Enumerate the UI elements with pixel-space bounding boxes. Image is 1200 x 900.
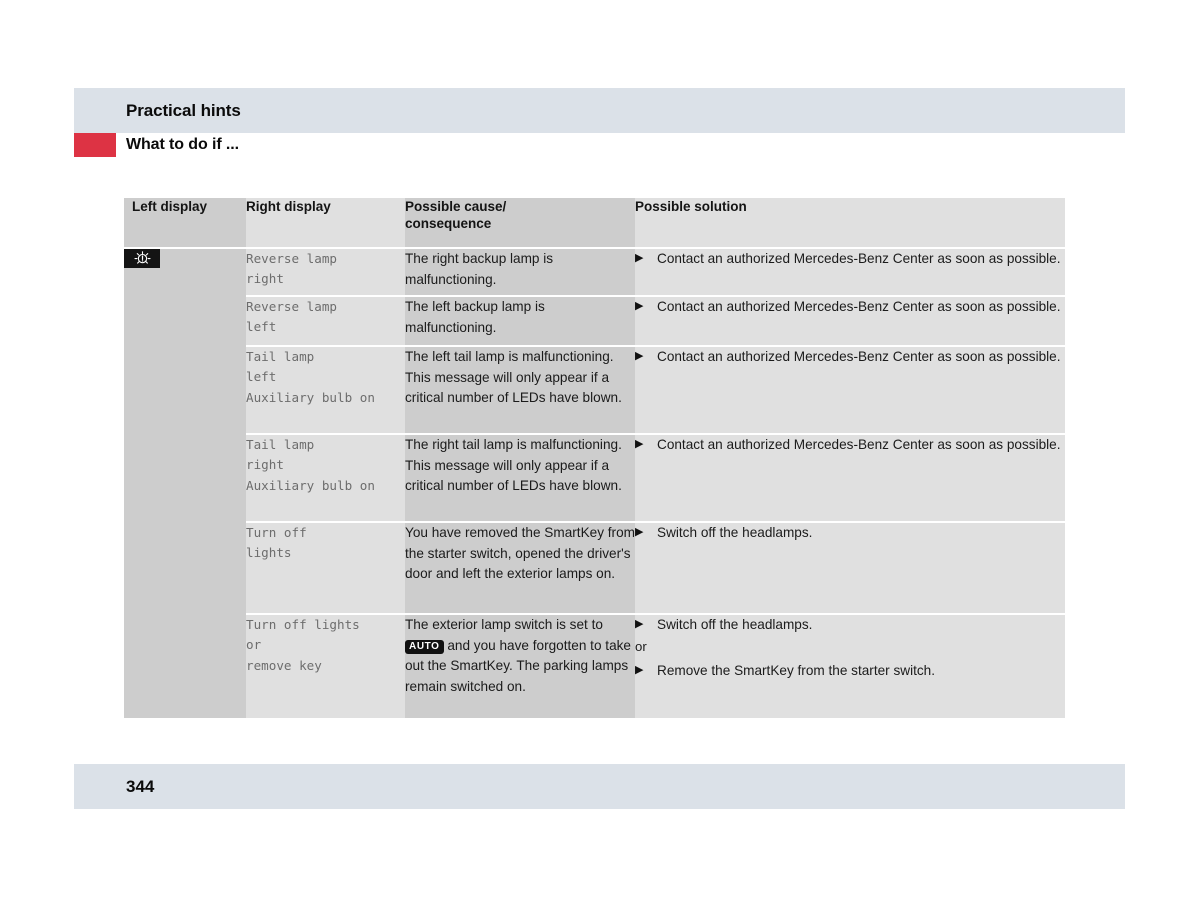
column-header-right-display: Right display bbox=[246, 198, 405, 248]
table-row: Reverse lamp left The left backup lamp is… bbox=[124, 295, 1065, 346]
triangle-bullet-icon: ▶ bbox=[635, 350, 644, 362]
cell-right-display: Reverse lamp right bbox=[246, 247, 405, 296]
triangle-bullet-icon: ▶ bbox=[635, 663, 644, 676]
cell-possible-cause: The right tail lamp is malfunctioning. T… bbox=[405, 433, 635, 522]
triangle-bullet-icon: ▶ bbox=[635, 300, 644, 312]
column-header-possible-solution: Possible solution bbox=[635, 198, 1065, 248]
table-row: Tail lamp right Auxiliary bulb on The rig… bbox=[124, 433, 1065, 522]
cell-possible-cause: You have removed the SmartKey from the s… bbox=[405, 521, 635, 614]
cell-possible-cause: The right backup lamp is malfunctioning. bbox=[405, 247, 635, 296]
cell-possible-solution: ▶ Contact an authorized Mercedes-Benz Cen… bbox=[635, 295, 1065, 346]
possible-cause-text: You have removed the SmartKey from the s… bbox=[405, 525, 635, 582]
solution-text: Remove the SmartKey from the starter swi… bbox=[657, 662, 936, 678]
cell-possible-solution: ▶ Contact an authorized Mercedes-Benz Cen… bbox=[635, 433, 1065, 522]
warning-messages-table: Left display Right display Possible caus… bbox=[124, 198, 1065, 718]
cell-possible-cause: The exterior lamp switch is set to AUTO … bbox=[405, 613, 635, 718]
table-row: Reverse lamp right The right backup lamp … bbox=[124, 247, 1065, 718]
cell-possible-cause: The left backup lamp is malfunctioning. bbox=[405, 295, 635, 346]
section-subheading: What to do if ... bbox=[126, 136, 239, 153]
solution-separator: or bbox=[635, 639, 647, 655]
cell-right-display: Turn off lights bbox=[246, 521, 405, 614]
table-header-row: Left display Right display Possible caus… bbox=[124, 198, 1065, 248]
right-display-text: Tail lamp right Auxiliary bulb on bbox=[246, 437, 375, 493]
right-display-text: Reverse lamp right bbox=[246, 251, 337, 287]
page-number: 344 bbox=[126, 777, 155, 796]
solution-list: ▶ Contact an authorized Mercedes-Benz Cen… bbox=[635, 435, 1065, 455]
right-display-text: Tail lamp left Auxiliary bulb on bbox=[246, 349, 375, 405]
solution-text: Contact an authorized Mercedes-Benz Cent… bbox=[657, 437, 1061, 452]
solution-list: ▶ Switch off the headlamps. bbox=[635, 523, 1065, 543]
solution-text: Switch off the headlamps. bbox=[657, 617, 813, 632]
cell-right-display: Turn off lights or remove key bbox=[246, 613, 405, 718]
table-row: Turn off lights You have removed the Smar… bbox=[124, 521, 1065, 614]
page-title: Practical hints bbox=[126, 101, 241, 120]
page-footer-band: 344 bbox=[74, 764, 1125, 809]
page-header-band: Practical hints bbox=[74, 88, 1125, 133]
triangle-bullet-icon: ▶ bbox=[635, 252, 644, 264]
solution-text: Switch off the headlamps. bbox=[657, 525, 813, 540]
solution-item: ▶ Switch off the headlamps. bbox=[635, 615, 1065, 635]
column-header-left-display: Left display bbox=[124, 198, 246, 248]
section-color-marker bbox=[74, 133, 116, 157]
triangle-bullet-icon: ▶ bbox=[635, 618, 644, 630]
triangle-bullet-icon: ▶ bbox=[635, 526, 644, 538]
auto-switch-badge: AUTO bbox=[405, 639, 444, 655]
triangle-bullet-icon: ▶ bbox=[635, 438, 644, 450]
cause-text-part: The exterior lamp switch is set to bbox=[405, 617, 603, 632]
cell-possible-solution: ▶ Contact an authorized Mercedes-Benz Cen… bbox=[635, 345, 1065, 434]
cell-right-display: Tail lamp right Auxiliary bulb on bbox=[246, 433, 405, 522]
right-display-text: Turn off lights or remove key bbox=[246, 617, 360, 673]
solution-item: ▶ Contact an authorized Mercedes-Benz Cen… bbox=[635, 297, 1065, 317]
solution-item: ▶ Switch off the headlamps. bbox=[635, 523, 1065, 543]
cell-possible-cause: The left tail lamp is malfunctioning. Th… bbox=[405, 345, 635, 434]
cell-right-display: Tail lamp left Auxiliary bulb on bbox=[246, 345, 405, 434]
cell-possible-solution: ▶ Switch off the headlamps. or ▶ Remove the … bbox=[635, 613, 1065, 718]
possible-cause-text: The exterior lamp switch is set to AUTO … bbox=[405, 615, 635, 698]
table-row: Turn off lights or remove key The exterio… bbox=[124, 613, 1065, 718]
solution-list: ▶ Contact an authorized Mercedes-Benz Cen… bbox=[635, 249, 1065, 269]
possible-cause-text: The left tail lamp is malfunctioning. Th… bbox=[405, 349, 622, 406]
cell-possible-solution: ▶ Contact an authorized Mercedes-Benz Cen… bbox=[635, 247, 1065, 296]
right-display-text: Reverse lamp left bbox=[246, 299, 337, 335]
column-header-possible-cause: Possible cause/ consequence bbox=[405, 198, 635, 248]
lamp-warning-indicator-icon bbox=[124, 249, 160, 268]
solution-text: Contact an authorized Mercedes-Benz Cent… bbox=[657, 349, 1061, 364]
solution-text: Contact an authorized Mercedes-Benz Cent… bbox=[657, 251, 1061, 266]
solution-list: ▶ Contact an authorized Mercedes-Benz Cen… bbox=[635, 347, 1065, 367]
cell-right-display: Reverse lamp left bbox=[246, 295, 405, 346]
possible-cause-text: The right tail lamp is malfunctioning. T… bbox=[405, 437, 622, 494]
solution-item: ▶ Contact an authorized Mercedes-Benz Cen… bbox=[635, 347, 1065, 367]
cell-possible-solution: ▶ Switch off the headlamps. bbox=[635, 521, 1065, 614]
solution-item: ▶ Contact an authorized Mercedes-Benz Cen… bbox=[635, 249, 1065, 269]
solution-item: ▶ Contact an authorized Mercedes-Benz Cen… bbox=[635, 435, 1065, 455]
solution-list: ▶ Contact an authorized Mercedes-Benz Cen… bbox=[635, 297, 1065, 317]
solution-item: ▶ Remove the SmartKey from the starter sw… bbox=[635, 661, 1065, 681]
possible-cause-text: The right backup lamp is malfunctioning. bbox=[405, 251, 554, 287]
left-display-cell bbox=[124, 247, 246, 718]
table-row: Tail lamp left Auxiliary bulb on The left… bbox=[124, 345, 1065, 434]
solution-list: ▶ Switch off the headlamps. or ▶ Remove the … bbox=[635, 615, 1065, 681]
solution-text: Contact an authorized Mercedes-Benz Cent… bbox=[657, 299, 1061, 314]
right-display-text: Turn off lights bbox=[246, 525, 307, 561]
possible-cause-text: The left backup lamp is malfunctioning. bbox=[405, 299, 545, 335]
